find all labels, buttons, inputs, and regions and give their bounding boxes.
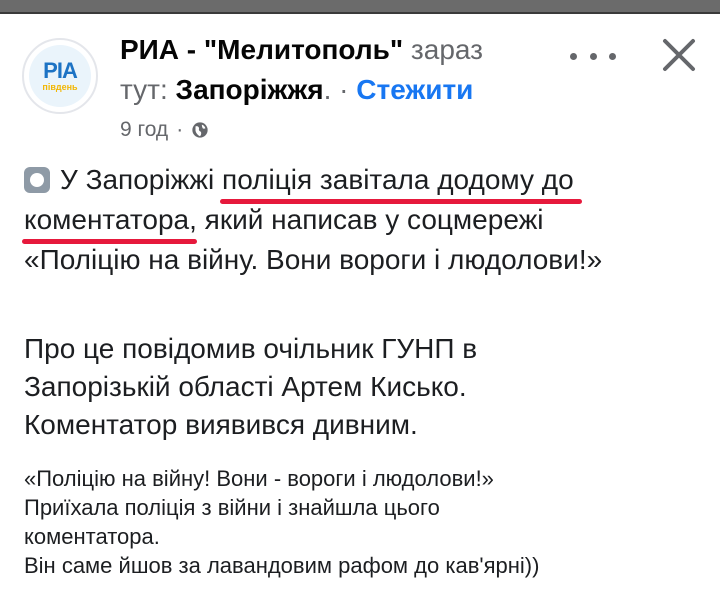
- close-icon[interactable]: [660, 36, 698, 74]
- post-line-2: коментатора, який написав у соцмережі: [21, 200, 602, 244]
- post-meta: 9 год ·: [120, 117, 209, 143]
- quote-line: Він саме йшов за лавандовим рафом до кав…: [24, 553, 540, 578]
- post-body: У Запоріжжі поліція завітала додому до к…: [21, 160, 603, 280]
- post-line-1: У Запоріжжі поліція завітала додому до: [24, 160, 602, 204]
- post-header: РИА - "Мелитополь" зараз: [120, 32, 483, 68]
- globe-icon: [192, 122, 208, 138]
- page-avatar[interactable]: РІА південь: [22, 38, 98, 114]
- quoted-comment: «Поліцію на війну! Вони - вороги і людол…: [24, 464, 539, 580]
- post-header-location: тут: Запоріжжя. · Стежити: [120, 72, 473, 108]
- meta-separator: ·: [176, 118, 184, 141]
- logo-main-text: РІА: [43, 58, 78, 83]
- para2-line: Про це повідомив очільник ГУНП в: [24, 333, 478, 364]
- avatar-logo: РІА південь: [29, 45, 91, 107]
- highlighted-text-2: коментатора: [21, 200, 198, 244]
- post-line-2-post: , який написав у соцмережі: [189, 204, 544, 235]
- follow-button[interactable]: Стежити: [356, 74, 473, 105]
- more-options-icon[interactable]: [570, 44, 616, 68]
- top-divider: [0, 0, 720, 14]
- status-text: зараз: [410, 34, 483, 65]
- para2-line: Коментатор виявився дивним.: [24, 409, 418, 440]
- status-prefix: тут:: [120, 74, 168, 105]
- post-paragraph-2: Про це повідомив очільник ГУНП в Запоріз…: [24, 330, 477, 444]
- logo-sub-text: південь: [42, 82, 78, 92]
- post-line-1-pre: У Запоріжжі: [60, 164, 223, 195]
- quote-line: «Поліцію на війну! Вони - вороги і людол…: [24, 466, 494, 491]
- location-link[interactable]: Запоріжжя: [176, 74, 324, 105]
- white-circle-emoji-icon: [24, 167, 50, 193]
- post-line-3: «Поліцію на війну. Вони вороги і людолов…: [24, 244, 603, 275]
- quote-line: коментатора.: [24, 524, 160, 549]
- highlighted-text-1: поліція завітала додому до: [220, 160, 582, 204]
- para2-line: Запорізькій області Артем Кисько.: [24, 371, 467, 402]
- post-time[interactable]: 9 год: [120, 117, 168, 143]
- page-name-link[interactable]: РИА - "Мелитополь": [120, 34, 403, 65]
- location-suffix: . ·: [323, 74, 349, 105]
- quote-line: Приїхала поліція з війни і знайшла цього: [24, 495, 440, 520]
